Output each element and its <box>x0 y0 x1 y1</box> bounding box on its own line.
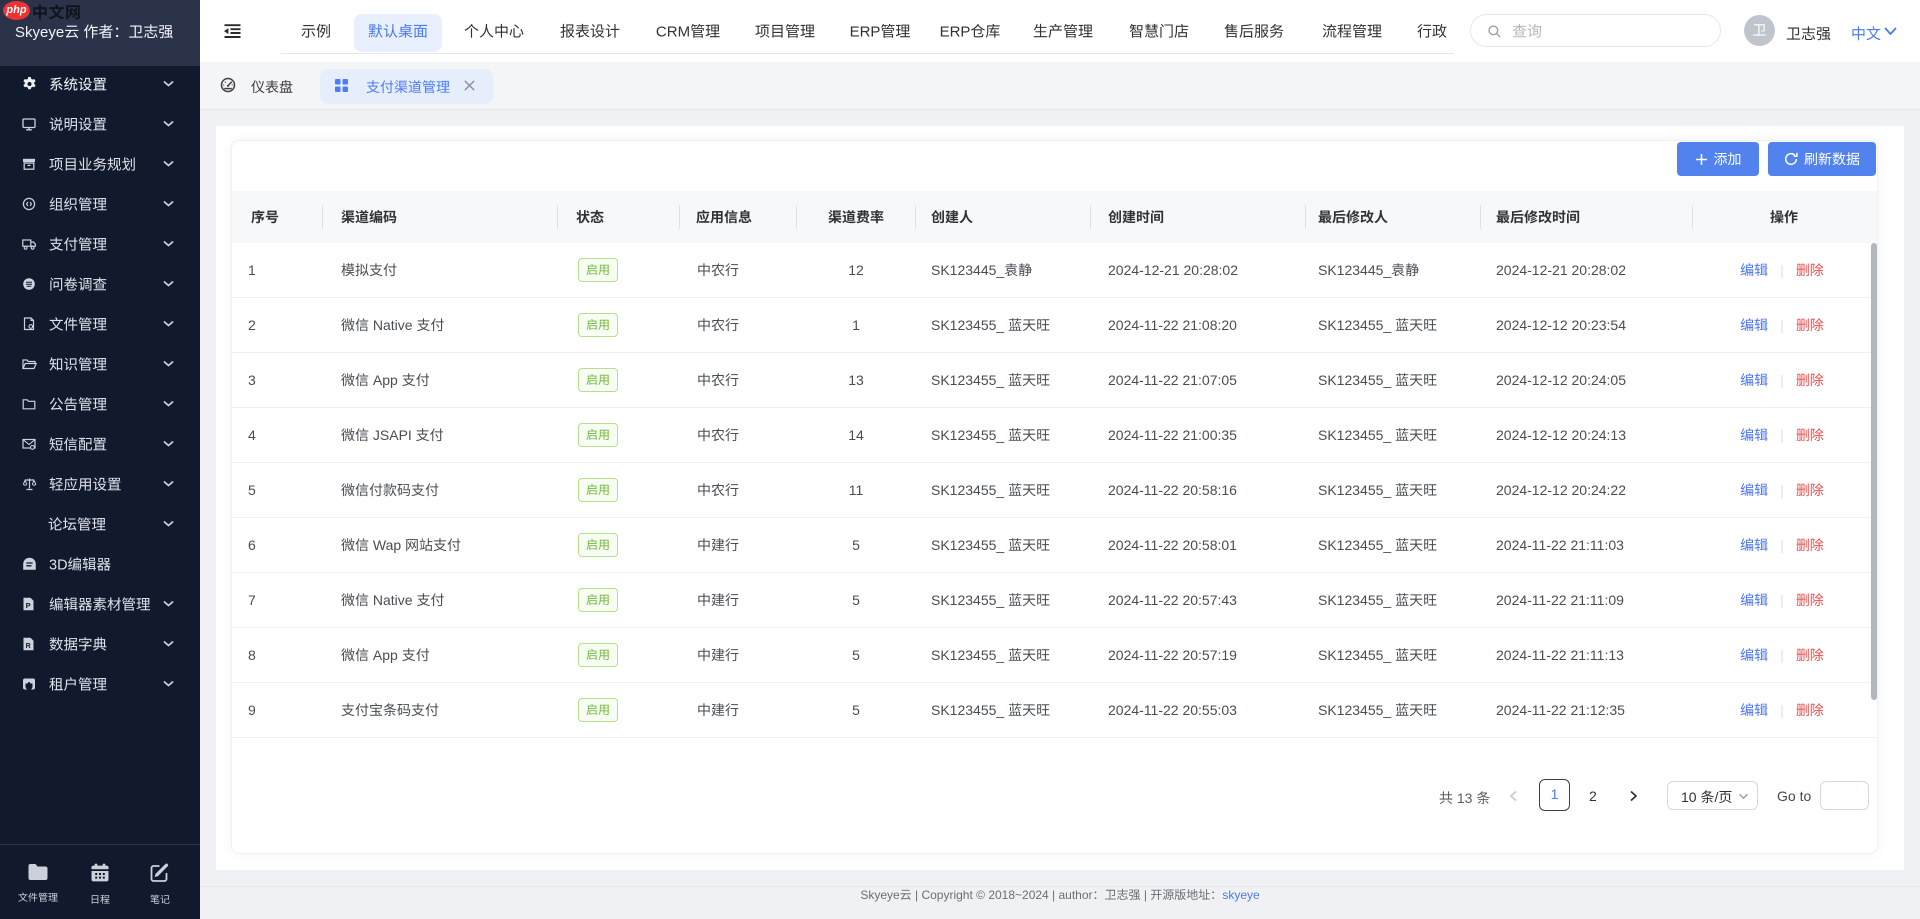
svg-text:P: P <box>26 601 31 610</box>
svg-text:R: R <box>26 643 31 650</box>
